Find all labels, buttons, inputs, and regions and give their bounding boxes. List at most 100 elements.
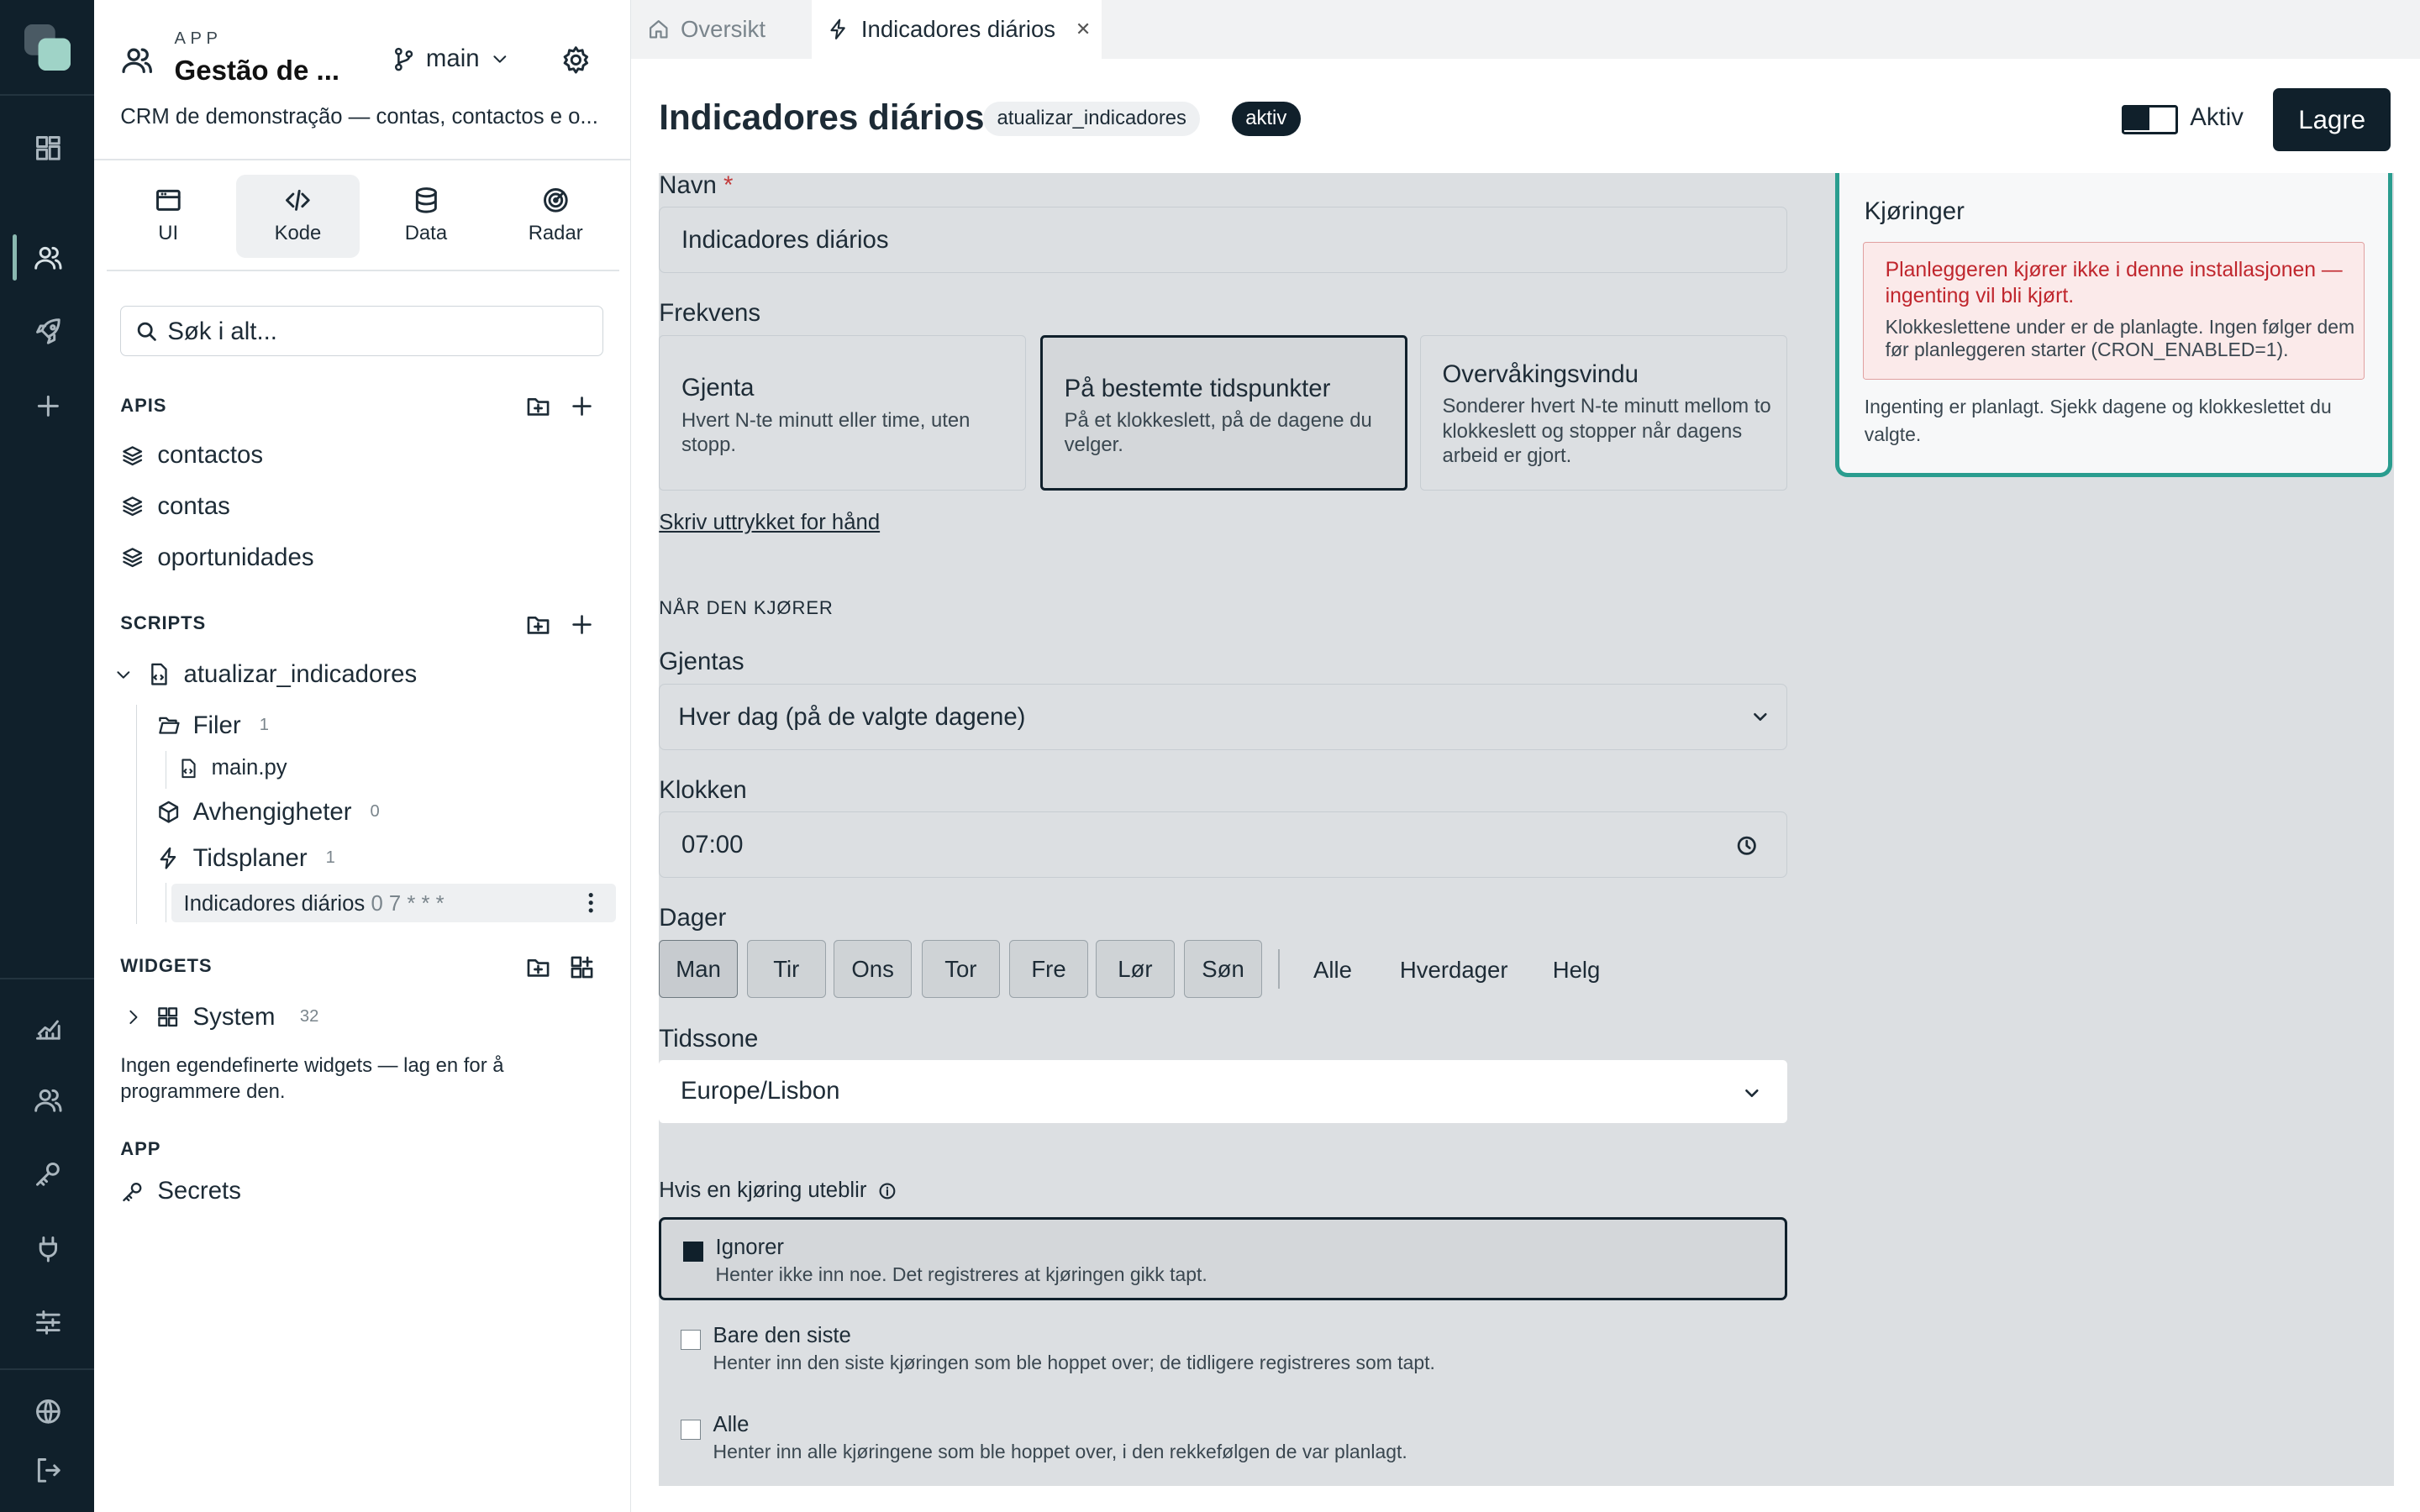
divider — [106, 270, 619, 272]
day-toggle-thu[interactable]: Tor — [921, 939, 1001, 999]
app-logo-icon[interactable] — [24, 24, 71, 71]
repeat-select[interactable]: Hver dag (på de valgte dagene) — [659, 683, 1787, 750]
sliders-icon[interactable] — [33, 1307, 64, 1338]
runs-empty-note: Ingenting er planlagt. Sjekk dagene og k… — [1864, 396, 2332, 446]
system-widgets-item[interactable]: System 32 — [124, 1003, 318, 1032]
missed-option-ignore[interactable]: Ignorer Henter ikke inn noe. Det registr… — [659, 1217, 1787, 1301]
branch-name: main — [425, 45, 480, 73]
dashboard-icon[interactable] — [33, 133, 64, 164]
day-toggle-tue[interactable]: Tir — [746, 939, 826, 999]
checkbox[interactable] — [680, 1419, 701, 1440]
api-item[interactable]: contas — [120, 492, 230, 521]
secrets-label: Secrets — [157, 1177, 241, 1205]
tab-schedule[interactable]: Indicadores diários ✕ — [812, 0, 1102, 59]
tab-ui-label: UI — [158, 222, 179, 245]
freq-option-fixed-times[interactable]: På bestemte tidspunkter På et klokkeslet… — [1039, 334, 1408, 491]
app-label: APP — [174, 29, 223, 48]
team-icon[interactable] — [33, 1084, 64, 1116]
users-icon[interactable] — [33, 242, 64, 273]
logout-icon[interactable] — [33, 1455, 64, 1486]
tab-overview-label: Oversikt — [680, 15, 765, 42]
files-folder[interactable]: Filer 1 — [156, 711, 269, 740]
file-item[interactable]: main.py — [177, 756, 287, 780]
timezone-select[interactable]: Europe/Lisbon — [659, 1059, 1787, 1124]
plus-icon[interactable] — [568, 611, 596, 638]
days-weekend-button[interactable]: Helg — [1553, 957, 1601, 984]
name-input[interactable]: Indicadores diários — [659, 207, 1787, 274]
freq-option-repeat[interactable]: Gjenta Hvert N-te minutt eller time, ute… — [659, 334, 1027, 491]
manual-expression-link[interactable]: Skriv uttrykket for hånd — [659, 511, 880, 535]
rocket-icon[interactable] — [33, 317, 64, 348]
tab-kode[interactable]: Kode — [236, 174, 360, 258]
tab-radar[interactable]: Radar — [494, 175, 618, 258]
scripts-heading: SCRIPTS — [120, 612, 207, 634]
missed-option-last[interactable]: Bare den siste Henter inn den siste kjør… — [659, 1315, 1787, 1392]
layers-icon — [123, 445, 143, 465]
key-icon — [123, 1182, 142, 1201]
active-indicator — [12, 234, 18, 281]
widgets-icon — [158, 1007, 178, 1027]
files-count: 1 — [259, 716, 269, 735]
tab-data[interactable]: Data — [364, 175, 487, 258]
schedules-item[interactable]: Tidsplaner 1 — [156, 844, 335, 873]
tree-line — [165, 882, 167, 923]
home-icon — [649, 20, 668, 39]
chart-icon[interactable] — [33, 1012, 64, 1043]
search-input[interactable]: Søk i alt... — [120, 305, 604, 357]
tree-line — [165, 751, 167, 789]
new-folder-icon[interactable] — [524, 953, 552, 981]
checkbox[interactable] — [680, 1330, 701, 1351]
day-toggle-mon[interactable]: Man — [659, 939, 738, 999]
apis-actions — [524, 392, 595, 420]
plus-icon[interactable] — [33, 391, 64, 422]
new-folder-icon[interactable] — [524, 392, 552, 420]
app-description: CRM de demonstração — contas, contactos … — [120, 104, 598, 129]
time-input[interactable]: 07:00 — [659, 811, 1787, 879]
days-weekdays-button[interactable]: Hverdager — [1400, 957, 1508, 984]
day-toggle-fri[interactable]: Fre — [1009, 939, 1088, 999]
close-tab-icon[interactable]: ✕ — [1076, 18, 1091, 40]
code-icon — [286, 190, 310, 212]
api-item[interactable]: oportunidades — [120, 543, 314, 572]
days-all-button[interactable]: Alle — [1313, 957, 1352, 984]
apis-heading: APIS — [120, 395, 167, 417]
api-item[interactable]: contactos — [120, 441, 263, 470]
icon-rail — [0, 0, 95, 1512]
status-badge: aktiv — [1231, 102, 1301, 136]
save-button[interactable]: Lagre — [2273, 87, 2391, 151]
info-icon[interactable] — [877, 1181, 897, 1201]
tab-ui[interactable]: UI — [107, 175, 230, 258]
deps-item[interactable]: Avhengigheter 0 — [156, 798, 380, 827]
repeat-value: Hver dag (på de valgte dagene) — [678, 702, 1026, 731]
missed-option-desc: Henter inn den siste kjøringen som ble h… — [713, 1351, 1435, 1373]
more-vertical-icon[interactable] — [583, 890, 598, 915]
plug-icon[interactable] — [33, 1233, 64, 1264]
checkbox[interactable] — [682, 1241, 703, 1262]
add-widget-icon[interactable] — [568, 953, 596, 981]
day-toggle-sat[interactable]: Lør — [1096, 939, 1175, 999]
page-title: Indicadores diários — [659, 97, 985, 137]
frequency-label: Frekvens — [659, 299, 761, 328]
divider — [94, 159, 632, 160]
script-item[interactable]: atualizar_indicadores — [113, 660, 417, 689]
day-toggle-sun[interactable]: Søn — [1183, 939, 1263, 999]
chevron-down-icon — [1753, 713, 1767, 722]
script-chip: atualizar_indicadores — [982, 102, 1201, 136]
active-toggle[interactable] — [2122, 104, 2178, 134]
tab-overview[interactable]: Oversikt — [631, 0, 812, 59]
timezone-label: Tidssone — [659, 1024, 759, 1053]
secrets-item[interactable]: Secrets — [120, 1177, 241, 1205]
key-icon[interactable] — [33, 1158, 64, 1189]
globe-icon[interactable] — [33, 1396, 64, 1427]
schedule-cron: 0 7 * * * — [371, 891, 445, 916]
schedule-item-selected[interactable]: Indicadores diários 0 7 * * * — [171, 884, 616, 923]
new-folder-icon[interactable] — [524, 611, 552, 638]
branch-selector[interactable]: main — [391, 45, 511, 73]
gear-icon[interactable] — [560, 45, 592, 76]
script-name: atualizar_indicadores — [183, 660, 418, 689]
clock-icon[interactable] — [1735, 834, 1759, 858]
plus-icon[interactable] — [568, 392, 596, 420]
freq-option-window[interactable]: Overvåkingsvindu Sonderer hvert N-te min… — [1419, 334, 1787, 491]
missed-option-all[interactable]: Alle Henter inn alle kjøringene som ble … — [659, 1404, 1787, 1481]
day-toggle-wed[interactable]: Ons — [833, 939, 913, 999]
